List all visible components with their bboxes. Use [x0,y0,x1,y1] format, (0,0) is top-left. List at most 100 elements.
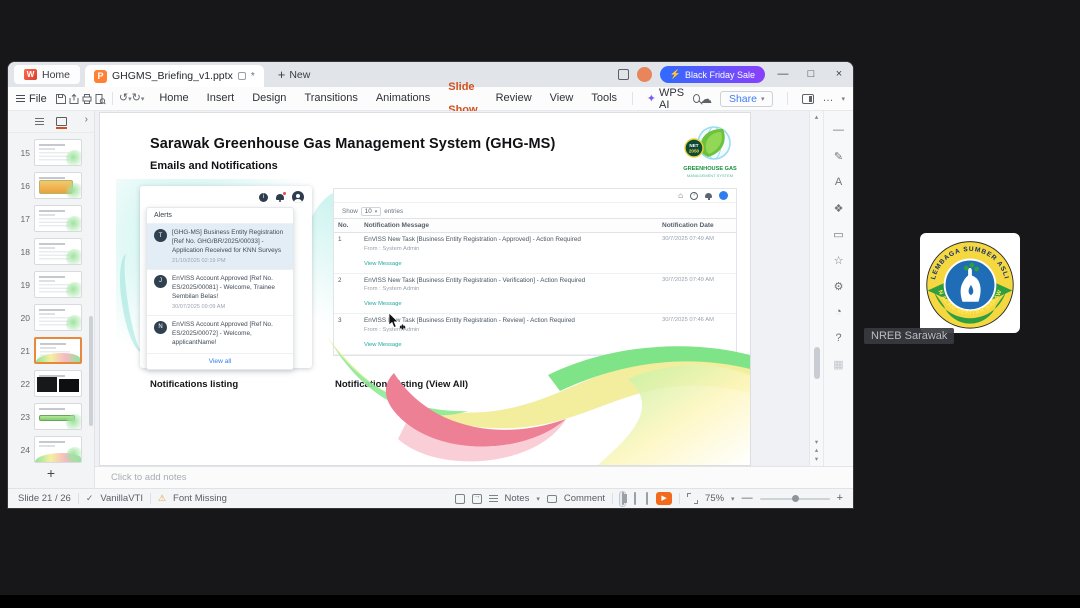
ribbon-tab-animations[interactable]: Animations [367,87,439,110]
add-slide-button[interactable]: + [8,466,94,480]
participant-logo-card: LEMBAGA SUMBER ASLI DAN ALAM SEKITAR SAR… [920,233,1020,333]
proofing-icon[interactable]: A [824,169,853,195]
bell-icon [276,191,286,202]
print-preview-icon[interactable] [93,90,106,107]
slide-thumbnail-row: 16 [8,169,94,202]
apps-icon[interactable]: ▦ [824,351,853,377]
comment-panel-icon[interactable]: ▭ [824,221,853,247]
task-pane-icon[interactable] [802,93,815,104]
hide-sidebar-icon[interactable]: — [824,117,853,143]
slide-sorter-view-button[interactable] [632,492,637,506]
wps-home-tab[interactable]: W Home [14,65,81,84]
alert-avatar: J [154,274,167,288]
zoom-slider-knob[interactable] [791,495,799,502]
slide-number: 18 [20,247,30,257]
fullscreen-icon[interactable] [687,493,699,504]
slide-subtitle[interactable]: Emails and Notifications [150,160,278,172]
slide-thumbnail-24[interactable] [34,436,82,463]
history-icon[interactable]: ◔ [824,299,853,325]
slide-canvas[interactable]: Sarawak Greenhouse Gas Management System… [100,113,750,465]
notes-caret-icon[interactable]: ▾ [536,495,540,503]
slideshow-play-button[interactable]: ▶ [656,492,673,505]
redo-icon[interactable]: ↻ [132,93,141,104]
close-button[interactable]: × [829,69,849,80]
more-options-icon[interactable]: … [822,93,833,104]
next-slide-icon[interactable]: ▾ [815,456,818,464]
notes-toggle[interactable]: Notes [505,493,530,504]
reading-view-button[interactable] [644,492,649,506]
slide-thumbnail-17[interactable] [34,205,82,232]
jump-to-slide-icon[interactable] [471,493,482,504]
maximize-button[interactable]: □ [801,69,821,80]
scroll-down-icon[interactable]: ▾ [815,439,818,447]
alert-text: EnVISS Account Approved [Ref No. ES/2025… [172,320,273,346]
favorites-icon[interactable]: ☆ [824,247,853,273]
task-window-icon[interactable] [454,493,465,504]
scrollbar-thumb[interactable] [814,347,820,379]
bell-icon [705,192,712,200]
slide-thumbnail-row: 24 [8,433,94,466]
slide-thumbnail-21[interactable] [34,337,82,364]
participant-tile[interactable]: LEMBAGA SUMBER ASLI DAN ALAM SEKITAR SAR… [860,222,1040,352]
wps-ai-button[interactable]: ✦ WPS AI [639,87,693,111]
settings-icon[interactable]: ⚙ [824,273,853,299]
notification-from: From : System Admin [364,245,420,252]
outline-view-icon[interactable] [35,116,44,128]
format-tools-icon[interactable]: ✎ [824,143,853,169]
slide-thumbnail-20[interactable] [34,304,82,331]
spellcheck-language[interactable]: VanillaVTI [100,493,143,504]
zoom-in-button[interactable]: + [837,493,843,504]
notes-bar[interactable]: Click to add notes [95,466,853,488]
zoom-out-button[interactable]: — [742,493,753,504]
slide-thumbnail-15[interactable] [34,139,82,166]
normal-view-button[interactable] [619,490,627,507]
comment-button[interactable]: Comment [564,493,605,504]
ribbon-tab-view[interactable]: View [541,87,583,110]
slide-thumbnail-18[interactable] [34,238,82,265]
share-button[interactable]: Share ▾ [719,90,774,107]
search-icon[interactable] [692,94,700,103]
account-avatar[interactable] [636,67,652,82]
undo-icon[interactable]: ↺ [119,93,128,104]
slide-title[interactable]: Sarawak Greenhouse Gas Management System… [150,136,555,152]
minimize-button[interactable]: — [773,69,793,80]
ribbon-caret-icon[interactable]: ▾ [141,95,145,103]
print-icon[interactable] [80,90,93,107]
shapes-icon[interactable]: ❖ [824,195,853,221]
ribbon-tab-design[interactable]: Design [243,87,295,110]
alerts-dropdown: Alerts T [GHG-MS] Business Entity Registr… [146,207,294,370]
notification-dot [282,191,286,195]
ribbon-tab-home[interactable]: Home [150,87,197,110]
collapse-panel-icon[interactable]: › [85,114,88,125]
editor-scrollbar[interactable]: ▴ ▾ ▴ ▾ [809,111,823,466]
scroll-up-icon[interactable]: ▴ [810,113,823,121]
slide-view-icon[interactable] [56,117,67,129]
zoom-caret-icon[interactable]: ▾ [731,495,735,503]
save-icon[interactable] [55,90,68,107]
black-friday-sale-button[interactable]: ⚡ Black Friday Sale [659,66,765,83]
file-menu-button[interactable]: File [16,93,47,105]
notes-icon [488,493,498,503]
export-icon[interactable] [68,90,81,107]
user-avatar-icon [292,191,304,203]
slide-thumbnail-16[interactable] [34,172,82,199]
ribbon-tab-tools[interactable]: Tools [582,87,626,110]
alert-item: T [GHG-MS] Business Entity Registration [… [147,224,293,270]
previous-slide-icon[interactable]: ▴ [815,447,818,455]
slide-thumbnail-list: 15 16 17 18 19 20 21 22 23 24 [8,133,94,466]
zoom-level[interactable]: 75% [705,493,724,504]
alert-item: J EnVISS Account Approved [Ref No. ES/202… [147,270,293,316]
panel-scrollbar[interactable] [89,316,93,426]
participant-name-label: NREB Sarawak [864,328,955,344]
ribbon-tab-transitions[interactable]: Transitions [295,87,366,110]
help-icon[interactable]: ? [824,325,853,351]
slide-thumbnail-22[interactable] [34,370,82,397]
slide-thumbnail-23[interactable] [34,403,82,430]
zoom-slider[interactable] [759,495,830,502]
font-missing-label[interactable]: Font Missing [173,493,227,504]
table-row: 1 EnVISS New Task [Business Entity Regist… [334,233,736,274]
slide-thumbnail-19[interactable] [34,271,82,298]
ribbon-tab-review[interactable]: Review [487,87,541,110]
collapse-ribbon-icon[interactable]: ▾ [841,95,845,103]
ribbon-tab-insert[interactable]: Insert [198,87,244,110]
